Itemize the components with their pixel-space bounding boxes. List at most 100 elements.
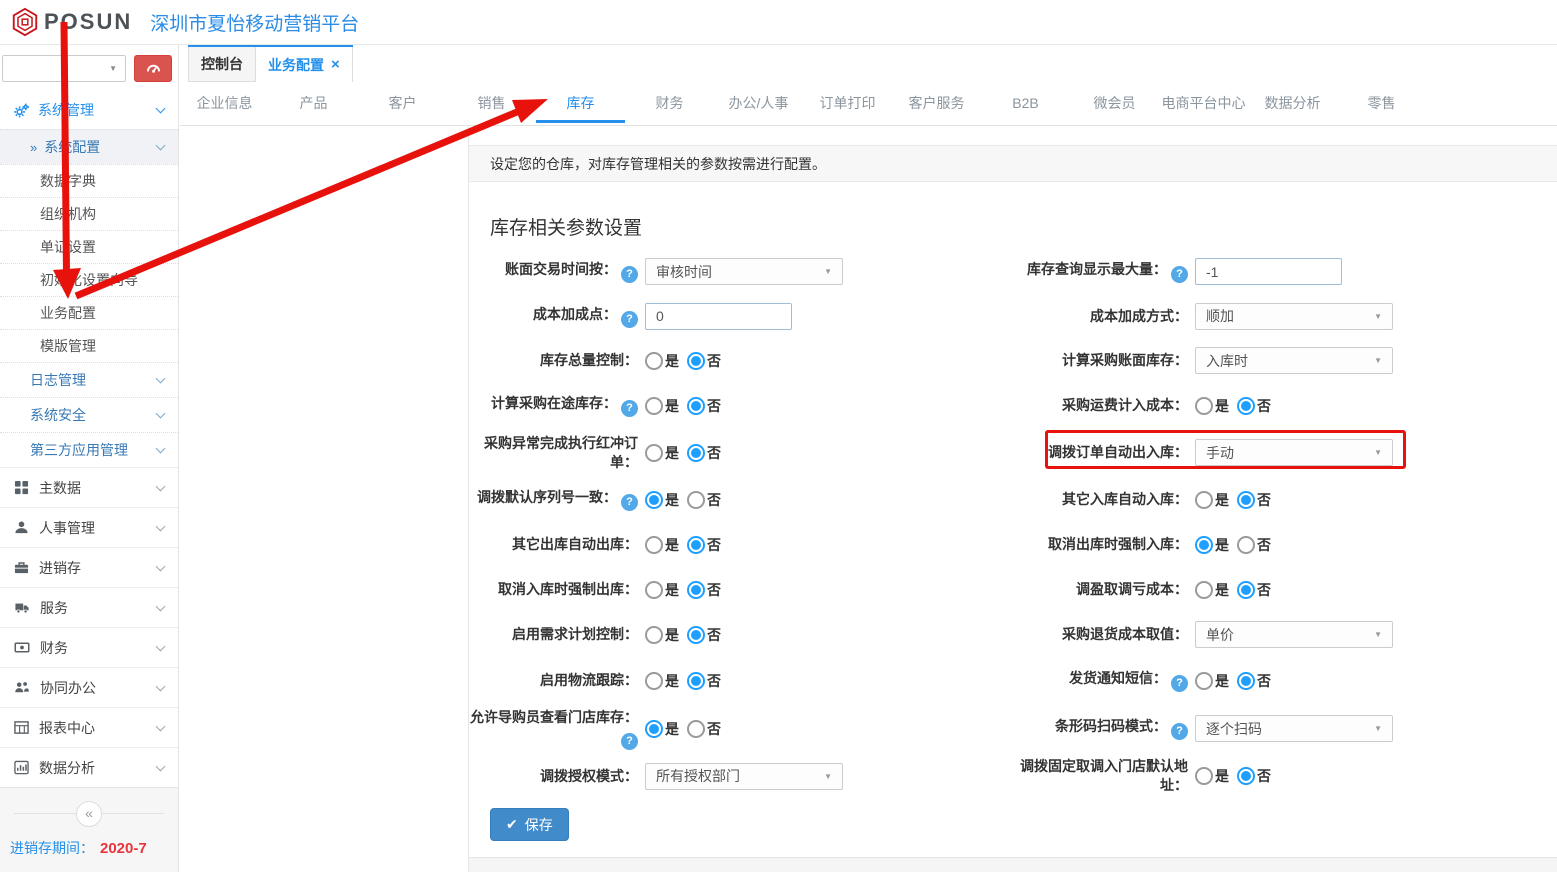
sidebar-item-服务[interactable]: 服务: [0, 587, 178, 627]
sidebar-item-系统管理[interactable]: 系统管理: [0, 91, 178, 129]
form-row: 采购异常完成执行红冲订单：是否: [470, 428, 1020, 477]
radio-no[interactable]: [1237, 767, 1255, 785]
sidebar-item-业务配置[interactable]: 业务配置: [0, 296, 178, 329]
help-icon[interactable]: ?: [621, 733, 638, 750]
radio-no[interactable]: [687, 720, 705, 738]
sidebar-group-系统配置[interactable]: »系统配置: [0, 129, 178, 164]
radio-no[interactable]: [687, 444, 705, 462]
sidebar-item-报表中心[interactable]: 报表中心: [0, 707, 178, 747]
radio-no[interactable]: [1237, 672, 1255, 690]
radio-yes[interactable]: [1195, 397, 1213, 415]
dashboard-button[interactable]: [134, 55, 172, 82]
radio-no[interactable]: [687, 491, 705, 509]
radio-yes[interactable]: [645, 581, 663, 599]
subtab-客户[interactable]: 客户: [358, 82, 447, 125]
radio-yes[interactable]: [645, 352, 663, 370]
radio-yes[interactable]: [1195, 767, 1213, 785]
radio-yes[interactable]: [1195, 491, 1213, 509]
subtab-客户服务[interactable]: 客户服务: [892, 82, 981, 125]
radio-no[interactable]: [687, 536, 705, 554]
radio-yes[interactable]: [645, 626, 663, 644]
radio-yes[interactable]: [1195, 536, 1213, 554]
radio-yes[interactable]: [645, 491, 663, 509]
help-icon[interactable]: ?: [621, 494, 638, 511]
tab-业务配置[interactable]: 业务配置×: [256, 47, 353, 82]
select-账面交易时间按[interactable]: 审核时间▼: [645, 258, 843, 285]
form-row: 允许导购员查看门店库存：?是否: [470, 704, 1020, 753]
sidebar-item-模版管理[interactable]: 模版管理: [0, 329, 178, 362]
sidebar-collapse-button[interactable]: «: [76, 801, 102, 827]
select-成本加成方式[interactable]: 顺加▼: [1195, 303, 1393, 330]
subtab-企业信息[interactable]: 企业信息: [180, 82, 269, 125]
inventory-period: 进销存期间：2020-7: [10, 838, 178, 858]
sidebar-item-数据分析[interactable]: 数据分析: [0, 747, 178, 787]
select-调拨订单自动出入库[interactable]: 手动▼: [1195, 439, 1393, 466]
input-库存查询显示最大量[interactable]: [1195, 258, 1342, 285]
help-icon[interactable]: ?: [1171, 723, 1188, 740]
chevron-down-icon: [156, 481, 166, 491]
subtab-销售[interactable]: 销售: [447, 82, 536, 125]
subtab-零售[interactable]: 零售: [1337, 82, 1426, 125]
radio-yes[interactable]: [645, 397, 663, 415]
section-title: 库存相关参数设置: [490, 213, 642, 240]
radio-no[interactable]: [687, 626, 705, 644]
sidebar-group-label: 系统安全: [30, 405, 86, 425]
subtab-产品[interactable]: 产品: [269, 82, 358, 125]
radio-no[interactable]: [1237, 536, 1255, 554]
subtab-B2B[interactable]: B2B: [981, 82, 1070, 125]
select-计算采购账面库存[interactable]: 入库时▼: [1195, 347, 1393, 374]
help-icon[interactable]: ?: [621, 311, 638, 328]
field-control: [1195, 258, 1342, 285]
chevron-down-icon: ▼: [1374, 630, 1382, 639]
radio-no[interactable]: [687, 581, 705, 599]
tab-控制台[interactable]: 控制台: [188, 47, 256, 82]
help-icon[interactable]: ?: [621, 266, 638, 283]
save-button[interactable]: ✔ 保存: [490, 808, 569, 841]
subtab-库存[interactable]: 库存: [536, 82, 625, 125]
radio-yes[interactable]: [645, 444, 663, 462]
radio-yes[interactable]: [645, 672, 663, 690]
subtab-微会员[interactable]: 微会员: [1070, 82, 1159, 125]
sidebar-group-系统安全[interactable]: 系统安全: [0, 397, 178, 432]
select-采购退货成本取值[interactable]: 单价▼: [1195, 621, 1393, 648]
sidebar-item-主数据[interactable]: 主数据: [0, 467, 178, 507]
radio-yes[interactable]: [1195, 672, 1213, 690]
sidebar-item-组织机构[interactable]: 组织机构: [0, 197, 178, 230]
help-icon[interactable]: ?: [621, 400, 638, 417]
chevron-down-icon: ▼: [1374, 724, 1382, 733]
radio-no[interactable]: [687, 397, 705, 415]
help-icon[interactable]: ?: [1171, 675, 1188, 692]
radio-yes[interactable]: [1195, 581, 1213, 599]
sidebar-item-数据字典[interactable]: 数据字典: [0, 164, 178, 197]
sidebar-item-初始化设置向导[interactable]: 初始化设置向导: [0, 263, 178, 296]
subtab-订单打印[interactable]: 订单打印: [803, 82, 892, 125]
select-value: 所有授权部门: [656, 766, 740, 786]
form-row: 成本加成点：?: [470, 294, 1020, 338]
radio-no[interactable]: [1237, 397, 1255, 415]
radio-yes[interactable]: [645, 536, 663, 554]
subtab-电商平台中心[interactable]: 电商平台中心: [1159, 82, 1248, 125]
sidebar-group-第三方应用管理[interactable]: 第三方应用管理: [0, 432, 178, 467]
field-control: 是否: [1195, 535, 1279, 555]
radio-no[interactable]: [1237, 581, 1255, 599]
subtab-财务[interactable]: 财务: [625, 82, 714, 125]
select-调拨授权模式[interactable]: 所有授权部门▼: [645, 763, 843, 790]
subtab-数据分析[interactable]: 数据分析: [1248, 82, 1337, 125]
sidebar-item-财务[interactable]: 财务: [0, 627, 178, 667]
quick-search-combobox[interactable]: ▼: [2, 55, 126, 82]
sidebar-item-进销存[interactable]: 进销存: [0, 547, 178, 587]
input-成本加成点[interactable]: [645, 303, 792, 330]
radio-no[interactable]: [687, 352, 705, 370]
sidebar-group-日志管理[interactable]: 日志管理: [0, 362, 178, 397]
sidebar-item-人事管理[interactable]: 人事管理: [0, 507, 178, 547]
close-icon[interactable]: ×: [331, 57, 340, 72]
help-icon[interactable]: ?: [1171, 266, 1188, 283]
radio-no[interactable]: [687, 672, 705, 690]
sidebar-item-单证设置[interactable]: 单证设置: [0, 230, 178, 263]
radio-no[interactable]: [1237, 491, 1255, 509]
radio-yes[interactable]: [645, 720, 663, 738]
form-row: 库存查询显示最大量：?: [1020, 249, 1557, 294]
sidebar-item-协同办公[interactable]: 协同办公: [0, 667, 178, 707]
subtab-办公/人事[interactable]: 办公/人事: [714, 82, 803, 125]
select-条形码扫码模式[interactable]: 逐个扫码▼: [1195, 715, 1393, 742]
